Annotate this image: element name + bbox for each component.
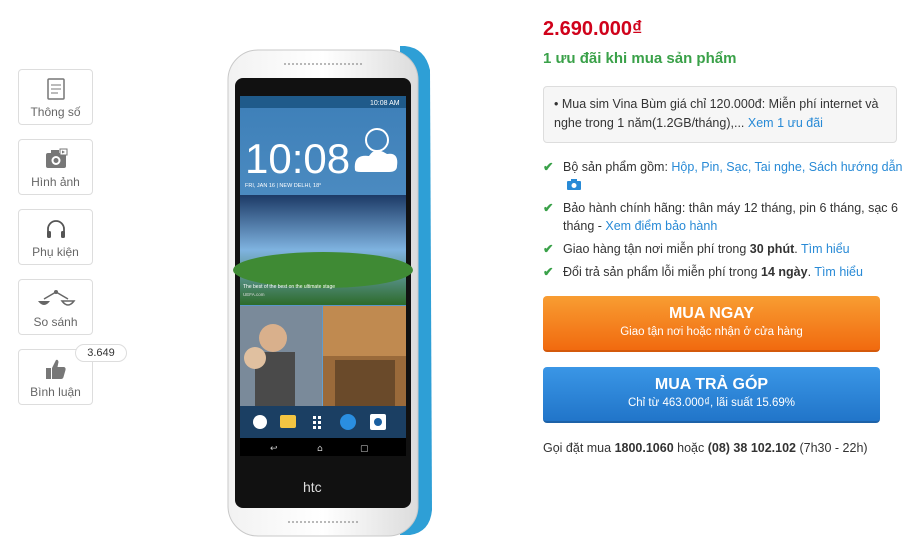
news-source: UEFA.com [243,292,265,297]
sidebar-item-compare[interactable]: So sánh [18,279,93,335]
svg-text:▢: ▢ [360,444,369,454]
browser-app-icon [340,414,356,430]
check-icon: ✔ [543,160,554,174]
hotline-middle: hoặc [673,441,708,455]
installment-title: MUA TRẢ GÓP [654,376,769,393]
feature-return: ✔ Đổi trả sản phẩm lỗi miễn phí trong 14… [543,263,903,281]
hotline-phone-1[interactable]: 1800.1060 [615,441,674,455]
svg-text:⌂: ⌂ [317,444,323,454]
hotline-hours: (7h30 - 22h) [796,441,868,455]
status-time: 10:08 AM [370,100,400,107]
installment-subtitle: Chỉ từ 463.000₫, lãi suất 15.69% [627,397,796,409]
headphones-icon [19,217,92,243]
product-image[interactable]: 10:08 AM 10:08 FRI, JAN 16 | NEW DELHI, … [225,40,440,538]
sidebar-item-label: Hình ảnh [31,175,80,189]
promo-link[interactable]: Xem 1 ưu đãi [748,116,823,130]
news-text: The best of the best on the ultimate sta… [243,284,335,290]
warranty-link[interactable]: Xem điểm bảo hành [605,219,717,233]
feature-text: Bộ sản phẩm gồm: [563,160,672,174]
feature-bold: 30 phút [749,242,795,256]
promo-box: • Mua sim Vina Bùm giá chỉ 120.000đ: Miễ… [543,86,897,143]
camera-icon[interactable] [567,179,581,190]
check-icon: ✔ [543,201,554,215]
hotline-text: Gọi đặt mua 1800.1060 hoặc (08) 38 102.1… [543,441,868,455]
feature-text: Giao hàng tận nơi miễn phí trong [563,242,750,256]
feature-bold: 14 ngày [761,265,808,279]
document-icon [19,77,92,103]
buy-now-title: MUA NGAY [668,305,755,322]
hotline-prefix: Gọi đặt mua [543,441,615,455]
feature-package: ✔ Bộ sản phẩm gồm: Hộp, Pin, Sạc, Tai ng… [543,158,903,194]
sidebar-item-label: So sánh [33,315,78,329]
feature-text: . [794,242,801,256]
package-contents-link[interactable]: Hộp, Pin, Sạc, Tai nghe, Sách hướng dẫn [671,160,902,174]
home-clock: 10:08 [245,135,350,182]
feature-delivery: ✔ Giao hàng tận nơi miễn phí trong 30 ph… [543,240,903,258]
check-icon: ✔ [543,265,554,279]
comment-count-badge: 3.649 [75,344,127,362]
installment-button[interactable]: MUA TRẢ GÓP Chỉ từ 463.000₫, lãi suất 15… [543,367,880,423]
sidebar-item-specs[interactable]: Thông số [18,69,93,125]
messages-app-icon [280,415,296,428]
buy-now-button[interactable]: MUA NGAY Giao tận nơi hoặc nhận ở cửa hà… [543,296,880,352]
camera-icon [19,147,92,173]
sidebar-item-comments[interactable]: 3.649 Bình luận [18,344,127,405]
sidebar-item-label: Bình luận [30,385,81,399]
sidebar-item-images[interactable]: Hình ảnh [18,139,93,195]
sidebar-item-accessories[interactable]: Phụ kiện [18,209,93,265]
buy-now-subtitle: Giao tận nơi hoặc nhận ở cửa hàng [620,326,803,338]
delivery-learn-more-link[interactable]: Tìm hiểu [801,242,850,256]
return-learn-more-link[interactable]: Tìm hiểu [814,265,863,279]
feature-warranty: ✔ Bảo hành chính hãng: thân máy 12 tháng… [543,199,903,235]
brand-logo: htc [303,479,322,495]
feature-text: Đổi trả sản phẩm lỗi miễn phí trong [563,265,762,279]
product-price: 2.690.000₫ [543,18,643,40]
hotline-phone-2[interactable]: (08) 38 102.102 [708,441,796,455]
date-line: FRI, JAN 16 | NEW DELHI, 18° [245,183,321,189]
svg-text:↩: ↩ [270,444,278,454]
promo-text: • Mua sim Vina Bùm giá chỉ 120.000đ: Miễ… [554,97,879,130]
phone-app-icon [253,415,267,429]
sidebar-item-label: Thông số [30,105,81,119]
scale-icon [19,287,92,313]
sidebar-item-label: Phụ kiện [32,245,79,259]
check-icon: ✔ [543,242,554,256]
promo-title: 1 ưu đãi khi mua sản phẩm [543,50,737,67]
